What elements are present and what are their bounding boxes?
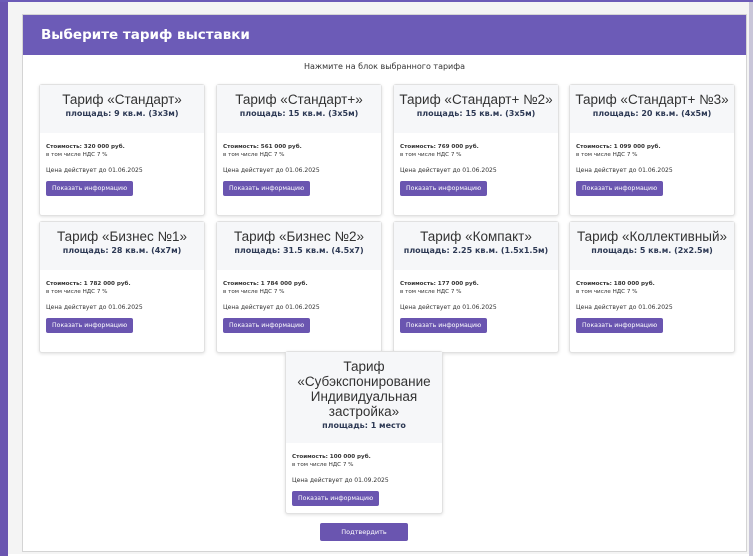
card-body: Стоимость: 180 000 руб. в том числе НДС … [570,270,734,339]
card-valid-until: Цена действует до 01.06.2025 [223,167,320,174]
show-info-button[interactable]: Показать информацию [46,318,134,333]
card-header: Тариф «Стандарт+ №3» площадь: 20 кв.м. (… [570,85,734,133]
right-scrollbar[interactable] [749,2,753,556]
card-body: Стоимость: 561 000 руб. в том числе НДС … [217,133,381,202]
card-body: Стоимость: 100 000 руб. в том числе НДС … [286,443,442,512]
card-header: Тариф «Компакт» площадь: 2.25 кв.м. (1.5… [394,222,558,270]
show-info-button[interactable]: Показать информацию [292,491,380,506]
card-valid-until: Цена действует до 01.06.2025 [400,167,497,174]
card-header: Тариф «Стандарт+ №2» площадь: 15 кв.м. (… [394,85,558,133]
card-valid-until: Цена действует до 01.06.2025 [223,304,320,311]
hint-text: Нажмите на блок выбранного тарифа [304,62,465,71]
card-valid-until: Цена действует до 01.06.2025 [576,304,673,311]
card-price: Стоимость: 561 000 руб. [223,144,302,150]
card-body: Стоимость: 1 784 000 руб. в том числе НД… [217,270,381,339]
tariff-card-standard-plus-2[interactable]: Тариф «Стандарт+ №2» площадь: 15 кв.м. (… [393,84,559,216]
card-price: Стоимость: 100 000 руб. [292,454,371,460]
card-price: Стоимость: 320 000 руб. [46,144,125,150]
card-body: Стоимость: 1 099 000 руб. в том числе НД… [570,133,734,202]
show-info-button[interactable]: Показать информацию [576,181,664,196]
card-header: Тариф «Субэкспонирование Индивидуальная … [286,352,442,443]
card-area: площадь: 2.25 кв.м. (1.5х1.5м) [403,246,549,255]
card-vat: в том числе НДС 7 % [400,152,462,158]
card-vat: в том числе НДС 7 % [292,462,354,468]
tariff-card-standard-plus-3[interactable]: Тариф «Стандарт+ №3» площадь: 20 кв.м. (… [569,84,735,216]
card-price: Стоимость: 177 000 руб. [400,281,479,287]
panel-title: Выберите тариф выставки [41,27,250,43]
tariff-card-business-2[interactable]: Тариф «Бизнес №2» площадь: 31.5 кв.м. (4… [216,221,382,353]
confirm-button[interactable]: Подтвердить [320,523,408,541]
card-price: Стоимость: 180 000 руб. [576,281,655,287]
card-title: Тариф «Субэкспонирование Индивидуальная … [297,359,431,419]
card-title: Тариф «Стандарт+ №3» [575,92,729,107]
card-valid-until: Цена действует до 01.06.2025 [46,304,143,311]
panel-header: Выберите тариф выставки [23,15,746,55]
card-price: Стоимость: 1 782 000 руб. [46,281,131,287]
show-info-button[interactable]: Показать информацию [46,181,134,196]
card-area: площадь: 5 кв.м. (2х2.5м) [591,246,713,255]
tariff-card-compact[interactable]: Тариф «Компакт» площадь: 2.25 кв.м. (1.5… [393,221,559,353]
card-header: Тариф «Стандарт+» площадь: 15 кв.м. (3х5… [217,85,381,133]
card-area: площадь: 9 кв.м. (3х3м) [65,109,179,118]
card-title: Тариф «Бизнес №1» [56,229,188,244]
card-vat: в том числе НДС 7 % [576,289,638,295]
card-vat: в том числе НДС 7 % [223,152,285,158]
card-valid-until: Цена действует до 01.06.2025 [46,167,143,174]
show-info-button[interactable]: Показать информацию [400,318,488,333]
card-price: Стоимость: 769 000 руб. [400,144,479,150]
card-title: Тариф «Стандарт» [62,92,182,107]
show-info-button[interactable]: Показать информацию [223,181,311,196]
show-info-button[interactable]: Показать информацию [576,318,664,333]
card-area: площадь: 1 место [322,421,406,430]
tariff-card-subexpo[interactable]: Тариф «Субэкспонирование Индивидуальная … [285,351,443,514]
tariff-card-standard[interactable]: Тариф «Стандарт» площадь: 9 кв.м. (3х3м)… [39,84,205,216]
card-area: площадь: 15 кв.м. (3х5м) [239,109,359,118]
card-header: Тариф «Коллективный» площадь: 5 кв.м. (2… [570,222,734,270]
card-body: Стоимость: 769 000 руб. в том числе НДС … [394,133,558,202]
card-area: площадь: 28 кв.м. (4х7м) [62,246,182,255]
show-info-button[interactable]: Показать информацию [223,318,311,333]
card-vat: в том числе НДС 7 % [576,152,638,158]
card-area: площадь: 15 кв.м. (3х5м) [416,109,536,118]
card-body: Стоимость: 320 000 руб. в том числе НДС … [40,133,204,202]
card-header: Тариф «Стандарт» площадь: 9 кв.м. (3х3м) [40,85,204,133]
card-header: Тариф «Бизнес №2» площадь: 31.5 кв.м. (4… [217,222,381,270]
tariff-panel: Выберите тариф выставки Нажмите на блок … [22,14,747,552]
card-body: Стоимость: 1 782 000 руб. в том числе НД… [40,270,204,339]
card-area: площадь: 20 кв.м. (4х5м) [592,109,712,118]
left-stripe [0,2,8,556]
tariff-card-standard-plus[interactable]: Тариф «Стандарт+» площадь: 15 кв.м. (3х5… [216,84,382,216]
card-valid-until: Цена действует до 01.09.2025 [292,477,389,484]
tariff-card-collective[interactable]: Тариф «Коллективный» площадь: 5 кв.м. (2… [569,221,735,353]
card-vat: в том числе НДС 7 % [46,152,108,158]
card-title: Тариф «Стандарт+ №2» [399,92,553,107]
card-title: Тариф «Коллективный» [576,229,728,244]
card-title: Тариф «Бизнес №2» [233,229,365,244]
card-title: Тариф «Компакт» [420,229,532,244]
card-body: Стоимость: 177 000 руб. в том числе НДС … [394,270,558,339]
card-vat: в том числе НДС 7 % [223,289,285,295]
tariff-card-business-1[interactable]: Тариф «Бизнес №1» площадь: 28 кв.м. (4х7… [39,221,205,353]
card-valid-until: Цена действует до 01.06.2025 [400,304,497,311]
card-valid-until: Цена действует до 01.06.2025 [576,167,673,174]
card-title: Тариф «Стандарт+» [235,92,363,107]
card-vat: в том числе НДС 7 % [400,289,462,295]
card-vat: в том числе НДС 7 % [46,289,108,295]
show-info-button[interactable]: Показать информацию [400,181,488,196]
card-area: площадь: 31.5 кв.м. (4.5х7) [234,246,364,255]
page-background: Выберите тариф выставки Нажмите на блок … [0,0,753,556]
card-header: Тариф «Бизнес №1» площадь: 28 кв.м. (4х7… [40,222,204,270]
card-price: Стоимость: 1 784 000 руб. [223,281,308,287]
card-price: Стоимость: 1 099 000 руб. [576,144,661,150]
